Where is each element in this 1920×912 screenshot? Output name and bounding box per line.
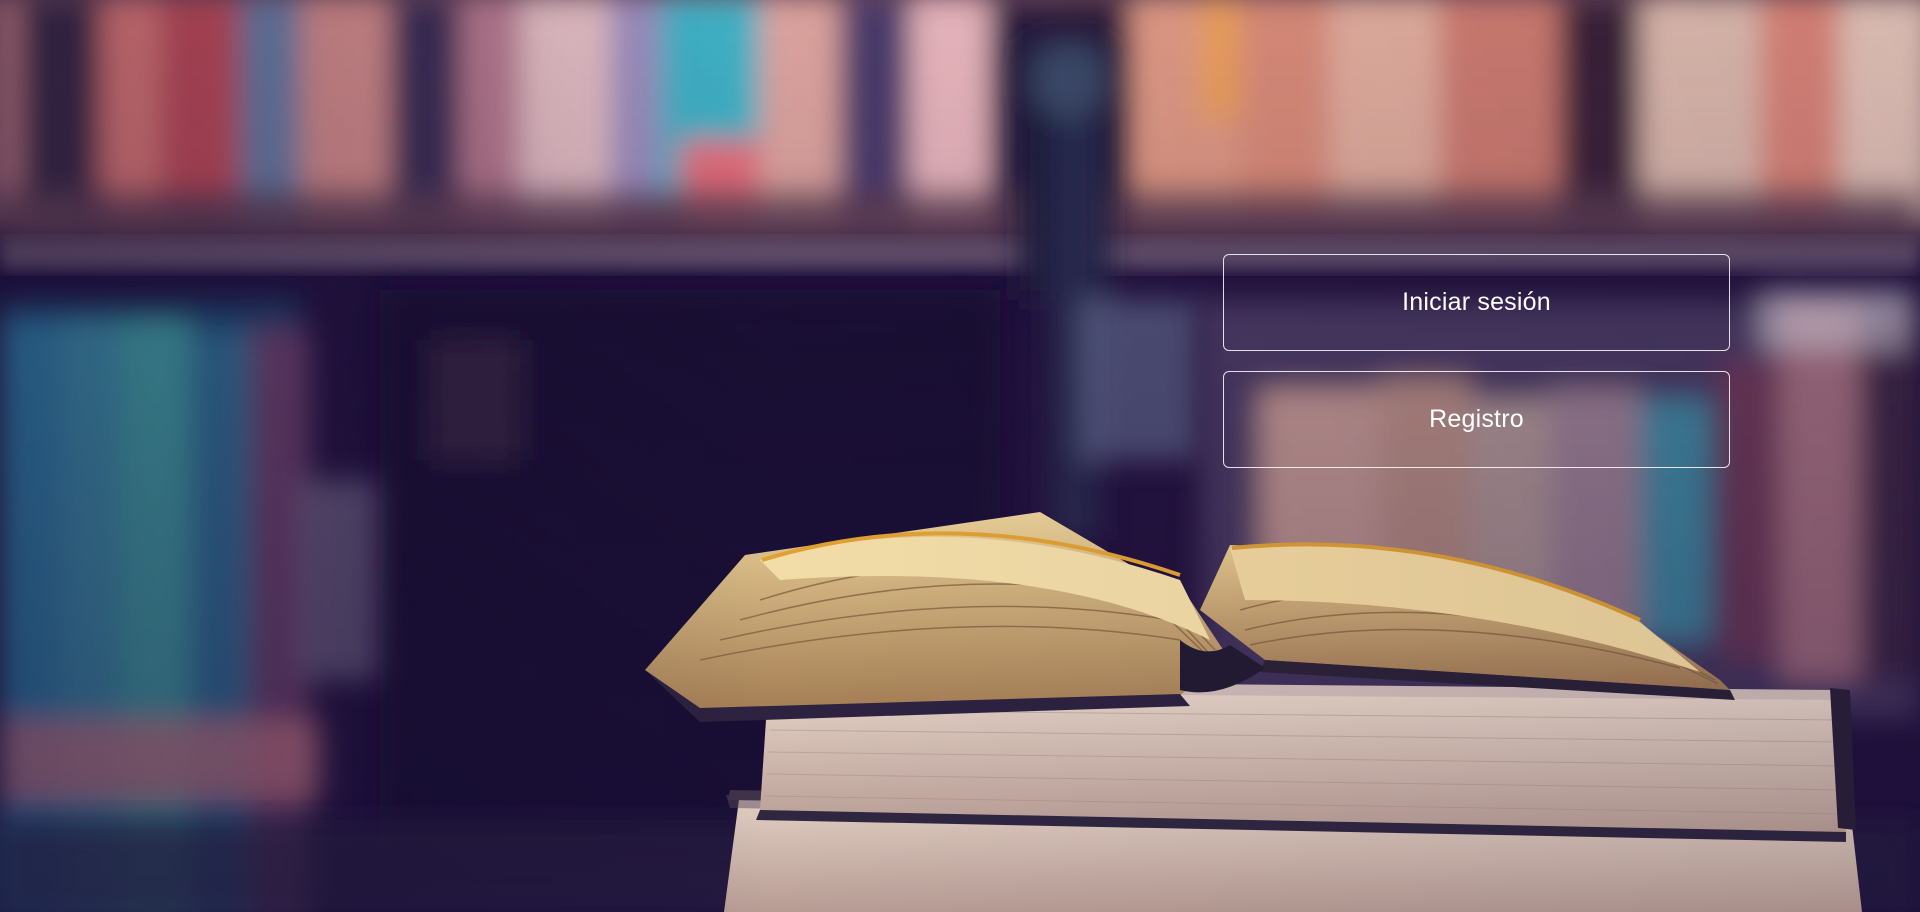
register-button[interactable]: Registro [1223,371,1730,468]
landing-page: Iniciar sesión Registro [0,0,1920,912]
auth-panel: Iniciar sesión Registro [1223,254,1730,468]
login-button[interactable]: Iniciar sesión [1223,254,1730,351]
